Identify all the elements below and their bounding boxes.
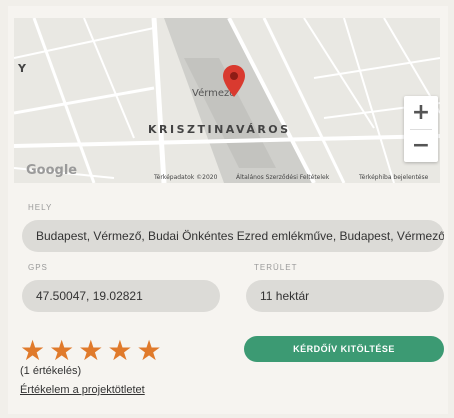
star-icon[interactable]: ★	[20, 337, 45, 365]
location-label: HELY	[28, 203, 53, 212]
star-icon[interactable]: ★	[49, 337, 74, 365]
survey-button[interactable]: KÉRDŐÍV KITÖLTÉSE	[244, 336, 444, 362]
star-icon[interactable]: ★	[136, 337, 161, 365]
rating-count: (1 értékelés)	[20, 365, 82, 377]
rate-project-link[interactable]: Értékelem a projektötletet	[20, 384, 145, 396]
area-label: TERÜLET	[254, 263, 298, 272]
zoom-divider	[410, 129, 432, 130]
zoom-in-button[interactable]: +	[404, 96, 438, 129]
area-field[interactable]: 11 hektár	[246, 280, 444, 312]
zoom-out-button[interactable]: −	[404, 129, 438, 162]
gps-field[interactable]: 47.50047, 19.02821	[22, 280, 220, 312]
map-widget[interactable]: Y Vérmező KRISZTINAVÁROS Google Térképad…	[14, 18, 440, 183]
gps-label: GPS	[28, 263, 48, 272]
map-report-link[interactable]: Térképhiba bejelentése	[359, 174, 428, 181]
location-field[interactable]: Budapest, Vérmező, Budai Önkéntes Ezred …	[22, 220, 444, 252]
map-marker-icon[interactable]	[222, 64, 246, 98]
map-zoom-control: + −	[404, 96, 438, 162]
map-edge-label: Y	[18, 62, 26, 75]
star-icon[interactable]: ★	[78, 337, 103, 365]
map-data-attribution: Térképadatok ©2020	[154, 174, 218, 181]
google-logo[interactable]: Google	[26, 163, 77, 178]
star-rating[interactable]: ★ ★ ★ ★ ★	[20, 337, 162, 365]
map-roads	[14, 18, 440, 183]
map-terms-link[interactable]: Általános Szerződési Feltételek	[236, 174, 329, 181]
map-district-label: KRISZTINAVÁROS	[148, 123, 291, 136]
star-icon[interactable]: ★	[107, 337, 132, 365]
